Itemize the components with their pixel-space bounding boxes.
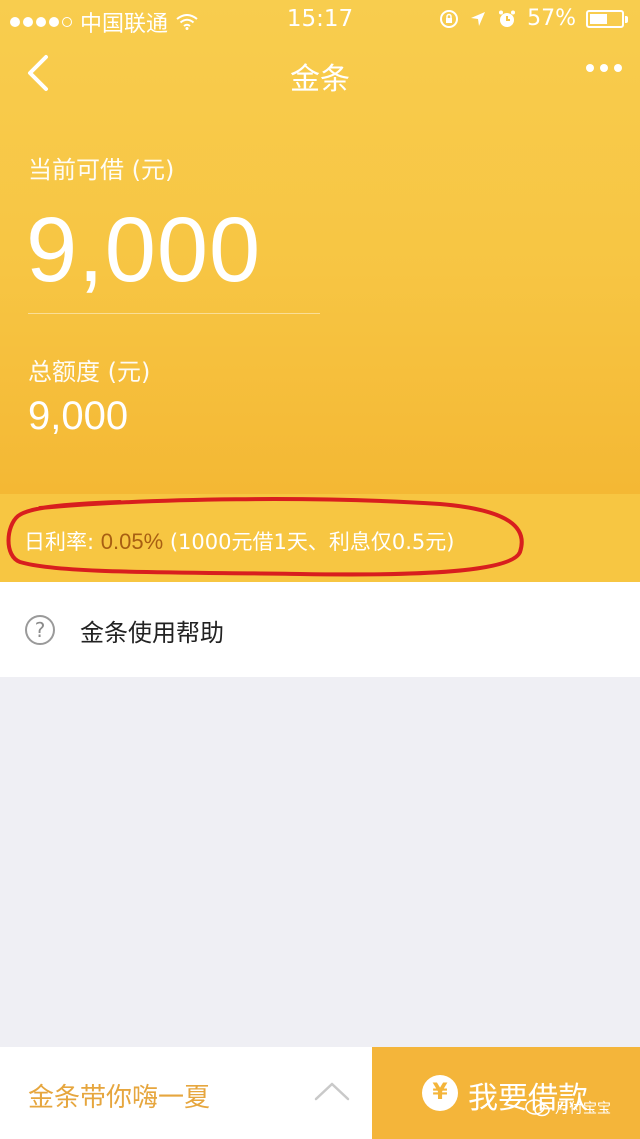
divider (28, 313, 320, 314)
page-title: 金条 (290, 62, 350, 97)
battery-icon (586, 9, 628, 28)
total-amount: 9,000 (28, 394, 129, 438)
promo-bar[interactable]: 金条带你嗨一夏 (0, 1047, 372, 1139)
help-label: 金条使用帮助 (80, 619, 224, 647)
total-label: 总额度 (元) (28, 358, 151, 386)
rotation-lock-icon (440, 9, 459, 28)
battery-percent: 57% (527, 6, 576, 31)
watermark: 月付宝宝 (525, 1098, 611, 1118)
wechat-icon (525, 1099, 550, 1117)
rate-label: 日利率: (24, 530, 101, 554)
status-right: 57% (439, 6, 628, 31)
alarm-icon (499, 10, 516, 27)
rate-value: 0.05% (100, 529, 164, 554)
watermark-text: 月付宝宝 (555, 1101, 611, 1117)
available-label: 当前可借 (元) (28, 156, 175, 184)
borrow-button[interactable]: ¥ 我要借款 (372, 1047, 640, 1139)
help-row[interactable]: ? 金条使用帮助 (0, 582, 640, 677)
status-bar: 中国联通 15:17 57% (0, 0, 640, 38)
available-amount: 9,000 (26, 199, 262, 301)
daily-rate: 日利率: 0.05% (1000元借1天、利息仅0.5元) (24, 526, 454, 556)
nav-bar: 金条 (0, 38, 640, 108)
more-icon[interactable] (586, 64, 622, 72)
battery-level (590, 13, 608, 24)
question-circle-icon: ? (25, 615, 55, 645)
location-icon (471, 11, 486, 26)
rate-note: (1000元借1天、利息仅0.5元) (163, 530, 455, 554)
chevron-up-icon[interactable] (313, 1077, 351, 1105)
yen-icon: ¥ (422, 1075, 458, 1111)
promo-text: 金条带你嗨一夏 (28, 1083, 211, 1113)
